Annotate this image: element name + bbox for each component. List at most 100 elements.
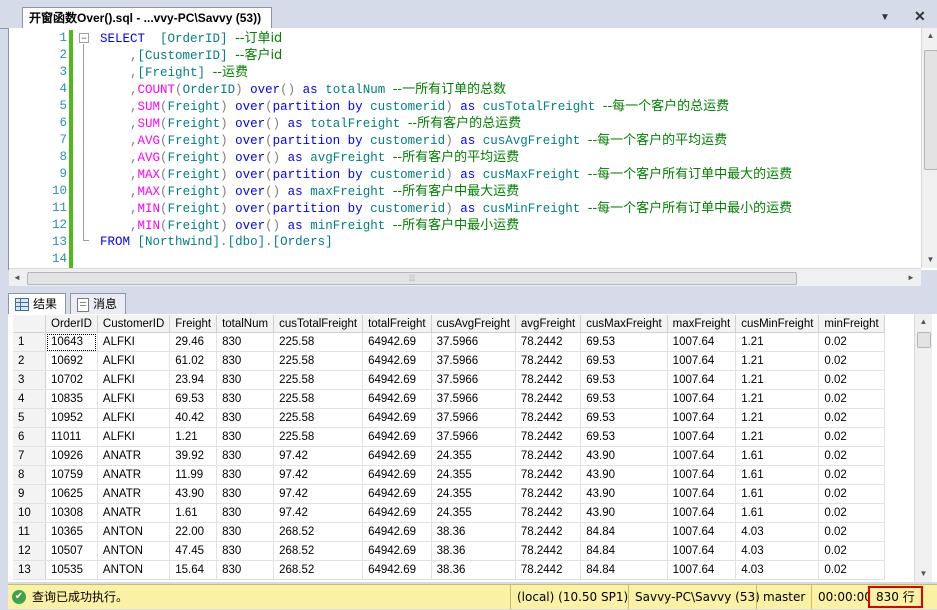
table-row[interactable]: 8 10759 ANATR 11.99 830 97.42 64942.69 24.355 78…: [13, 465, 885, 485]
grid-cell[interactable]: 40.42: [169, 408, 218, 428]
column-header[interactable]: cusTotalFreight: [273, 315, 364, 333]
grid-cell[interactable]: 23.94: [169, 370, 218, 390]
grid-cell[interactable]: 268.52: [273, 541, 364, 561]
grid-cell[interactable]: 43.90: [580, 465, 668, 485]
grid-cell[interactable]: 1007.64: [667, 446, 737, 466]
grid-cell[interactable]: 0.02: [818, 351, 885, 371]
grid-cell[interactable]: 830: [216, 351, 275, 371]
grid-cell[interactable]: ANTON: [97, 560, 171, 580]
grid-cell[interactable]: 69.53: [580, 389, 668, 409]
row-number[interactable]: 1: [13, 332, 46, 352]
grid-cell[interactable]: 1.21: [735, 389, 820, 409]
grid-cell[interactable]: 0.02: [818, 389, 885, 409]
grid-cell[interactable]: 10365: [45, 522, 98, 542]
grid-cell[interactable]: 64942.69: [362, 446, 432, 466]
grid-cell[interactable]: 0.02: [818, 408, 885, 428]
grid-cell[interactable]: 0.02: [818, 541, 885, 561]
grid-cell[interactable]: ALFKI: [97, 332, 171, 352]
grid-cell[interactable]: 1.21: [735, 332, 820, 352]
grid-cell[interactable]: 225.58: [273, 351, 364, 371]
grid-cell[interactable]: 43.90: [580, 503, 668, 523]
grid-cell[interactable]: ANATR: [97, 503, 171, 523]
grid-cell[interactable]: 1.61: [735, 503, 820, 523]
grid-cell[interactable]: 0.02: [818, 370, 885, 390]
grid-cell[interactable]: 1.61: [735, 484, 820, 504]
grid-cell[interactable]: 64942.69: [362, 351, 432, 371]
table-row[interactable]: 11 10365 ANTON 22.00 830 268.52 64942.69 38.36 7…: [13, 522, 885, 542]
grid-cell[interactable]: 268.52: [273, 560, 364, 580]
grid-cell[interactable]: 64942.69: [362, 408, 432, 428]
grid-cell[interactable]: 84.84: [580, 522, 668, 542]
tab-results[interactable]: 结果: [8, 293, 67, 315]
grid-cell[interactable]: 4.03: [735, 541, 820, 561]
grid-cell[interactable]: 1.21: [735, 351, 820, 371]
column-header[interactable]: totalFreight: [362, 315, 432, 333]
grid-cell[interactable]: 0.02: [818, 522, 885, 542]
column-header[interactable]: OrderID: [45, 315, 98, 333]
grid-cell[interactable]: 97.42: [273, 503, 364, 523]
row-number[interactable]: 8: [13, 465, 46, 485]
grid-cell[interactable]: ANATR: [97, 446, 171, 466]
column-header[interactable]: Freight: [169, 315, 218, 333]
grid-cell[interactable]: 1.61: [735, 465, 820, 485]
grid-cell[interactable]: 64942.69: [362, 503, 432, 523]
grid-cell[interactable]: 47.45: [169, 541, 218, 561]
grid-cell[interactable]: 1007.64: [667, 389, 737, 409]
grid-cell[interactable]: 1007.64: [667, 408, 737, 428]
column-header[interactable]: minFreight: [818, 315, 885, 333]
grid-cell[interactable]: ANTON: [97, 541, 171, 561]
tab-dropdown-icon[interactable]: ▼: [880, 10, 890, 26]
grid-cell[interactable]: 4.03: [735, 522, 820, 542]
grid-cell[interactable]: ALFKI: [97, 370, 171, 390]
grid-cell[interactable]: 1007.64: [667, 370, 737, 390]
grid-cell[interactable]: 830: [216, 484, 275, 504]
grid-cell[interactable]: 830: [216, 408, 275, 428]
table-row[interactable]: 5 10952 ALFKI 40.42 830 225.58 64942.69 37.5966…: [13, 408, 885, 428]
column-header[interactable]: cusAvgFreight: [431, 315, 516, 333]
grid-cell[interactable]: 830: [216, 522, 275, 542]
row-number[interactable]: 5: [13, 408, 46, 428]
grid-vertical-scrollbar[interactable]: ▲ ▼: [914, 314, 932, 582]
editor-vertical-scrollbar[interactable]: ▲ ▼: [921, 28, 937, 268]
grid-cell[interactable]: 11011: [45, 427, 98, 447]
grid-scroll-up-icon[interactable]: ▲: [915, 314, 932, 330]
grid-cell[interactable]: 78.2442: [515, 560, 582, 580]
grid-cell[interactable]: 10702: [45, 370, 98, 390]
grid-cell[interactable]: 1007.64: [667, 503, 737, 523]
grid-cell[interactable]: 78.2442: [515, 427, 582, 447]
sql-editor[interactable]: 1 2 3 4 5 6 7 8 9 10 11 12 13 14 − SELECT [OrderID] -…: [8, 28, 937, 286]
grid-cell[interactable]: 64942.69: [362, 541, 432, 561]
grid-cell[interactable]: 1007.64: [667, 522, 737, 542]
grid-cell[interactable]: 225.58: [273, 370, 364, 390]
grid-cell[interactable]: ANATR: [97, 484, 171, 504]
grid-scroll-down-icon[interactable]: ▼: [915, 566, 932, 582]
grid-cell[interactable]: 39.92: [169, 446, 218, 466]
grid-cell[interactable]: 69.53: [169, 389, 218, 409]
grid-cell[interactable]: 78.2442: [515, 503, 582, 523]
grid-cell[interactable]: 1.61: [735, 446, 820, 466]
results-grid[interactable]: OrderID CustomerID Freight totalNum cusTotal…: [8, 314, 937, 582]
grid-cell[interactable]: 64942.69: [362, 370, 432, 390]
grid-cell[interactable]: 10308: [45, 503, 98, 523]
grid-cell[interactable]: 0.02: [818, 465, 885, 485]
grid-cell[interactable]: 830: [216, 370, 275, 390]
row-number[interactable]: 2: [13, 351, 46, 371]
row-number[interactable]: 3: [13, 370, 46, 390]
grid-cell[interactable]: 830: [216, 503, 275, 523]
table-row[interactable]: 2 10692 ALFKI 61.02 830 225.58 64942.69 37.5966…: [13, 351, 885, 371]
outline-collapse-icon[interactable]: −: [79, 33, 89, 43]
scroll-right-icon[interactable]: ►: [903, 269, 919, 286]
grid-cell[interactable]: 78.2442: [515, 408, 582, 428]
grid-cell[interactable]: 0.02: [818, 332, 885, 352]
grid-cell[interactable]: 830: [216, 427, 275, 447]
grid-cell[interactable]: 830: [216, 332, 275, 352]
grid-cell[interactable]: 37.5966: [431, 389, 516, 409]
table-row[interactable]: 6 11011 ALFKI 1.21 830 225.58 64942.69 37.5966 7…: [13, 427, 885, 447]
grid-cell[interactable]: 43.90: [580, 446, 668, 466]
grid-cell[interactable]: 37.5966: [431, 370, 516, 390]
scroll-down-icon[interactable]: ▼: [922, 252, 937, 268]
grid-cell[interactable]: 0.02: [818, 427, 885, 447]
grid-cell[interactable]: 10835: [45, 389, 98, 409]
scroll-up-icon[interactable]: ▲: [922, 28, 937, 44]
column-header[interactable]: totalNum: [216, 315, 275, 333]
